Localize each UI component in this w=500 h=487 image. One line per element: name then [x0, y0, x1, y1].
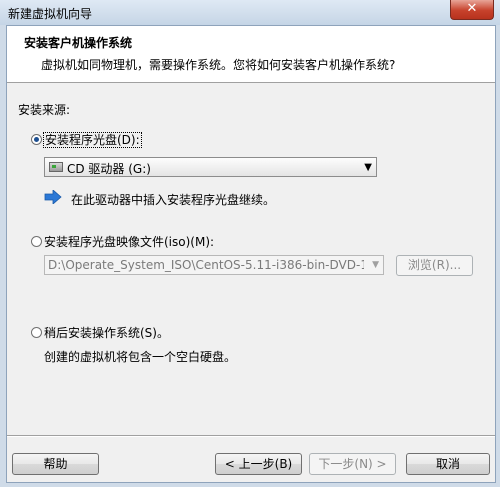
radio-install-iso[interactable]	[31, 236, 42, 247]
install-disc-label[interactable]: 安装程序光盘(D):	[43, 131, 142, 148]
install-iso-label[interactable]: 安装程序光盘映像文件(iso)(M):	[44, 233, 214, 250]
close-button[interactable]: ✕	[450, 0, 494, 20]
close-icon: ✕	[466, 1, 478, 16]
cd-drive-icon	[49, 162, 63, 172]
browse-button[interactable]: 浏览(R)...	[396, 255, 473, 276]
disc-info-text: 在此驱动器中插入安装程序光盘继续。	[71, 193, 276, 207]
iso-path-value: D:\Operate_System_ISO\CentOS-5.11-i386-b…	[48, 258, 364, 272]
radio-install-later[interactable]	[31, 327, 42, 338]
install-later-description: 创建的虚拟机将包含一个空白硬盘。	[44, 350, 237, 364]
page-title: 安装客户机操作系统	[24, 36, 133, 50]
dropdown-arrow-icon: ▼	[364, 162, 372, 173]
info-arrow-icon	[44, 190, 62, 204]
iso-path-select[interactable]: D:\Operate_System_ISO\CentOS-5.11-i386-b…	[44, 255, 384, 275]
footer-divider	[7, 435, 495, 437]
next-button[interactable]: 下一步(N) >	[309, 453, 396, 475]
install-later-label[interactable]: 稍后安装操作系统(S)。	[44, 324, 169, 341]
back-button[interactable]: < 上一步(B)	[215, 453, 302, 475]
cancel-button[interactable]: 取消	[406, 453, 490, 475]
wizard-dialog: 安装客户机操作系统 虚拟机如同物理机，需要操作系统。您将如何安装客户机操作系统?…	[6, 25, 496, 483]
radio-install-disc[interactable]	[31, 134, 42, 145]
drive-select-value: CD 驱动器 (G:)	[67, 162, 151, 176]
title-bar: 新建虚拟机向导 ✕	[0, 0, 500, 25]
window-title: 新建虚拟机向导	[8, 7, 93, 21]
dropdown-arrow-icon: ▼	[372, 260, 379, 270]
help-button[interactable]: 帮助	[12, 453, 99, 475]
wizard-header: 安装客户机操作系统 虚拟机如同物理机，需要操作系统。您将如何安装客户机操作系统?	[7, 26, 495, 83]
install-source-label: 安装来源:	[18, 103, 71, 117]
drive-select[interactable]: CD 驱动器 (G:) ▼	[44, 157, 377, 177]
page-subtitle: 虚拟机如同物理机，需要操作系统。您将如何安装客户机操作系统?	[41, 58, 396, 72]
